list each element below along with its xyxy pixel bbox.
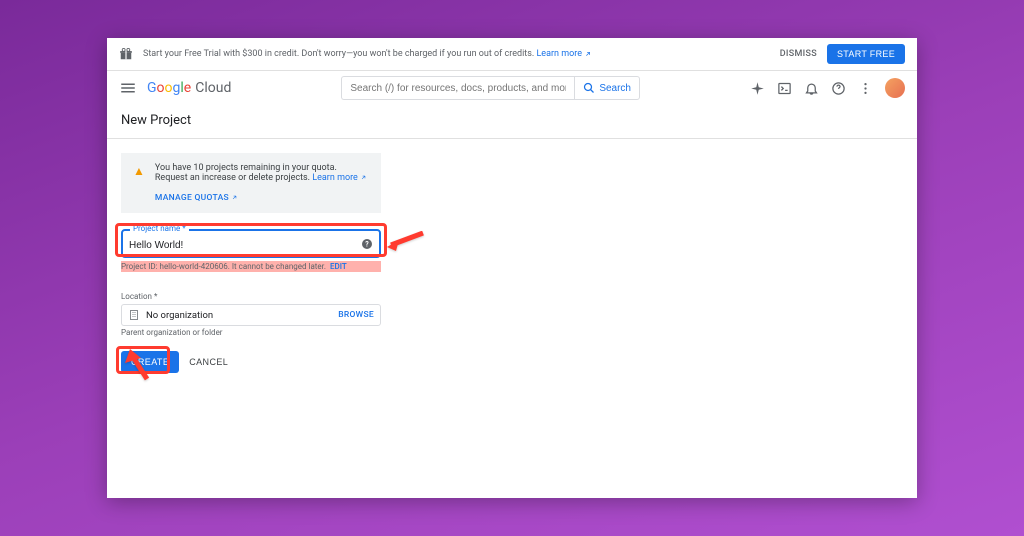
gemini-icon[interactable] [750, 81, 765, 96]
header: GoogleCloud Search [107, 71, 917, 105]
annotation-arrow-1 [385, 231, 425, 255]
org-icon [128, 309, 140, 321]
project-id-line: Project ID: hello-world-420606. It canno… [121, 261, 381, 272]
quota-notice: ▲ You have 10 projects remaining in your… [121, 153, 381, 213]
search-button[interactable]: Search [574, 76, 640, 100]
cancel-button[interactable]: CANCEL [189, 357, 228, 367]
promo-learn-more-link[interactable]: Learn more [536, 49, 592, 59]
create-button[interactable]: CREATE [121, 351, 179, 373]
project-name-input-group: Project name * ? [121, 229, 381, 258]
project-name-input[interactable] [129, 237, 349, 254]
warning-icon: ▲ [133, 164, 145, 203]
project-name-field: Project name * ? Project ID: hello-world… [121, 229, 381, 272]
manage-quotas-link[interactable]: MANAGE QUOTAS [155, 193, 369, 203]
project-name-label: Project name * [130, 224, 189, 233]
content: ▲ You have 10 projects remaining in your… [107, 139, 917, 387]
search-bar: Search [341, 76, 640, 100]
start-free-button[interactable]: START FREE [827, 44, 905, 64]
cloud-console-window: Start your Free Trial with $300 in credi… [107, 38, 917, 498]
search-icon [583, 82, 595, 94]
menu-icon[interactable] [119, 79, 137, 97]
more-icon[interactable] [858, 81, 873, 96]
terminal-icon[interactable] [777, 81, 792, 96]
search-input[interactable] [341, 76, 574, 100]
location-value: No organization [146, 310, 338, 321]
dismiss-button[interactable]: DISMISS [780, 49, 817, 59]
help-icon[interactable] [831, 81, 846, 96]
gift-icon [119, 47, 133, 61]
promo-text: Start your Free Trial with $300 in credi… [143, 49, 780, 59]
svg-text:?: ? [365, 240, 369, 248]
location-row: No organization BROWSE [121, 304, 381, 326]
quota-learn-more-link[interactable]: Learn more [312, 173, 367, 183]
avatar[interactable] [885, 78, 905, 98]
page-title: New Project [107, 105, 917, 138]
location-hint: Parent organization or folder [121, 328, 381, 337]
help-circle-icon[interactable]: ? [361, 238, 373, 250]
promo-bar: Start your Free Trial with $300 in credi… [107, 38, 917, 71]
logo[interactable]: GoogleCloud [147, 80, 231, 96]
location-label: Location * [121, 292, 157, 301]
header-icons [750, 78, 905, 98]
bell-icon[interactable] [804, 81, 819, 96]
browse-button[interactable]: BROWSE [338, 310, 374, 320]
location-field: Location * No organization BROWSE Parent… [121, 284, 381, 337]
actions: CREATE CANCEL [121, 351, 903, 373]
edit-project-id-button[interactable]: EDIT [330, 262, 347, 271]
quota-text: You have 10 projects remaining in your q… [155, 163, 337, 183]
